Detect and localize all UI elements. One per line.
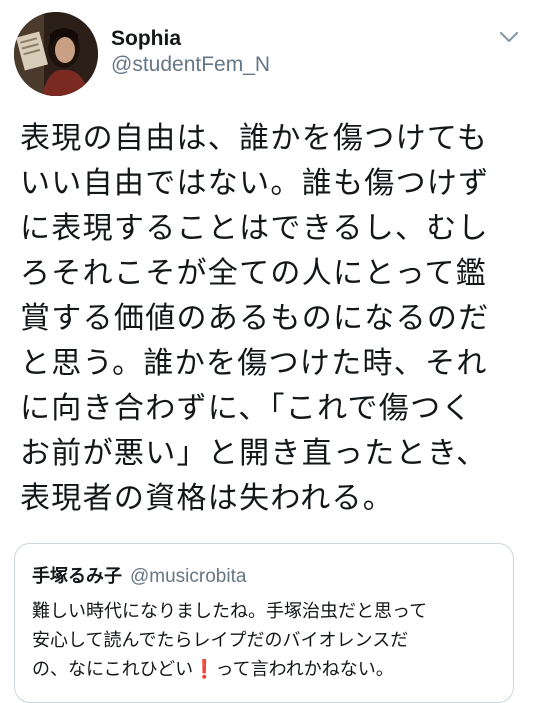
quoted-tweet-header: 手塚るみ子 @musicrobita xyxy=(32,566,246,588)
quoted-display-name: 手塚るみ子 xyxy=(32,566,122,587)
tweet-body-line: に表現することはできるし、むし xyxy=(20,211,489,246)
tweet-body-line: 表現の自由は、誰かを傷つけても xyxy=(20,121,488,156)
avatar[interactable] xyxy=(14,12,98,96)
display-name[interactable]: Sophia xyxy=(111,26,270,52)
tweet-body-line: 表現者の資格は失われる。 xyxy=(20,481,395,516)
quoted-body-line: 難しい時代になりましたね。手塚治虫だと思って xyxy=(32,601,428,622)
exclamation-icon: ❗ xyxy=(193,659,216,680)
tweet-body-line: と思う。誰かを傷つけた時、それ xyxy=(20,346,488,381)
tweet-header: Sophia @studentFem_N xyxy=(14,12,524,96)
quoted-body-line: 安心して読んでたらレイプだのバイオレンスだ xyxy=(32,630,409,651)
quoted-tweet-card[interactable]: 手塚るみ子 @musicrobita 難しい時代になりましたね。手塚治虫だと思って… xyxy=(14,543,514,703)
tweet-body-line: ろそれこそが全ての人にとって鑑 xyxy=(20,256,488,291)
tweet-body-line: お前が悪い」と開き直ったとき、 xyxy=(20,436,488,471)
user-handle[interactable]: @studentFem_N xyxy=(111,52,270,78)
tweet-body-line: 賞する価値のあるものになるのだ xyxy=(20,301,490,336)
tweet-body-line: に向き合わずに、「これで傷つく xyxy=(20,391,473,426)
tweet: Sophia @studentFem_N 表現の自由は、誰かを傷つけても いい自… xyxy=(0,0,536,703)
quoted-user-handle: @musicrobita xyxy=(130,566,247,587)
quoted-body-text: の、なにこれひどい xyxy=(32,659,194,680)
tweet-body-line: いい自由ではない。誰も傷つけず xyxy=(20,166,490,201)
tweet-body: 表現の自由は、誰かを傷つけても いい自由ではない。誰も傷つけず に表現することは… xyxy=(20,116,520,521)
author-names: Sophia @studentFem_N xyxy=(111,26,270,78)
avatar-photo-icon xyxy=(14,12,98,96)
quoted-body-tail: って言われかねない。 xyxy=(215,659,394,680)
chevron-down-icon[interactable] xyxy=(498,26,520,48)
quoted-tweet-body: 難しい時代になりましたね。手塚治虫だと思って 安心して読んでたらレイプだのバイオ… xyxy=(32,597,512,684)
